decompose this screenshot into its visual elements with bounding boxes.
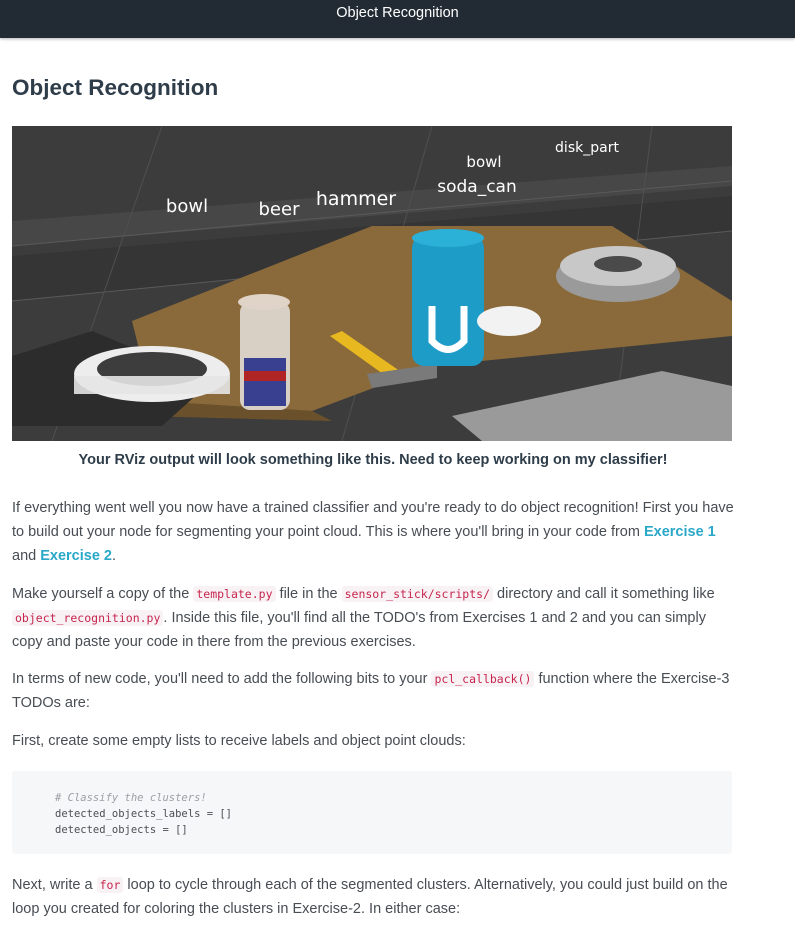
code-block: # Classify the clusters! detected_object… [12,771,732,854]
paragraph-intro: If everything went well you now have a t… [12,500,734,564]
code-line: detected_objects = [] [55,824,188,836]
label-beer: beer [259,199,301,220]
code-line: detected_objects_labels = [] [55,808,233,820]
top-header-bar: Object Recognition [0,0,795,38]
page-title: Object Recognition [12,75,219,100]
inline-code-for: for [96,877,124,893]
label-bowl-right: bowl [466,153,501,171]
paragraph-copy-template: Make yourself a copy of the template.py … [12,586,715,650]
label-disk-part: disk_part [555,140,619,156]
inline-code-object-recognition: object_recognition.py [12,610,164,626]
figure-caption: Your RViz output will look something lik… [78,452,668,468]
exercise-2-link[interactable]: Exercise 2 [40,548,112,564]
label-soda-can: soda_can [437,177,517,197]
label-hammer: hammer [316,188,396,210]
header-title: Object Recognition [336,5,459,21]
exercise-1-link[interactable]: Exercise 1 [644,524,716,540]
inline-code-scripts-dir: sensor_stick/scripts/ [341,586,494,602]
paragraph-new-code: In terms of new code, you'll need to add… [12,671,730,711]
rviz-screenshot: disk_part bowl soda_can bowl beer hammer [12,126,732,441]
label-bowl-left: bowl [166,196,208,217]
inline-code-template: template.py [193,586,276,602]
paragraph-empty-lists: First, create some empty lists to receiv… [12,733,466,749]
inline-code-pcl-callback: pcl_callback() [431,671,535,687]
code-line-comment: # Classify the clusters! [55,792,207,804]
paragraph-for-loop: Next, write a for loop to cycle through … [12,877,728,917]
